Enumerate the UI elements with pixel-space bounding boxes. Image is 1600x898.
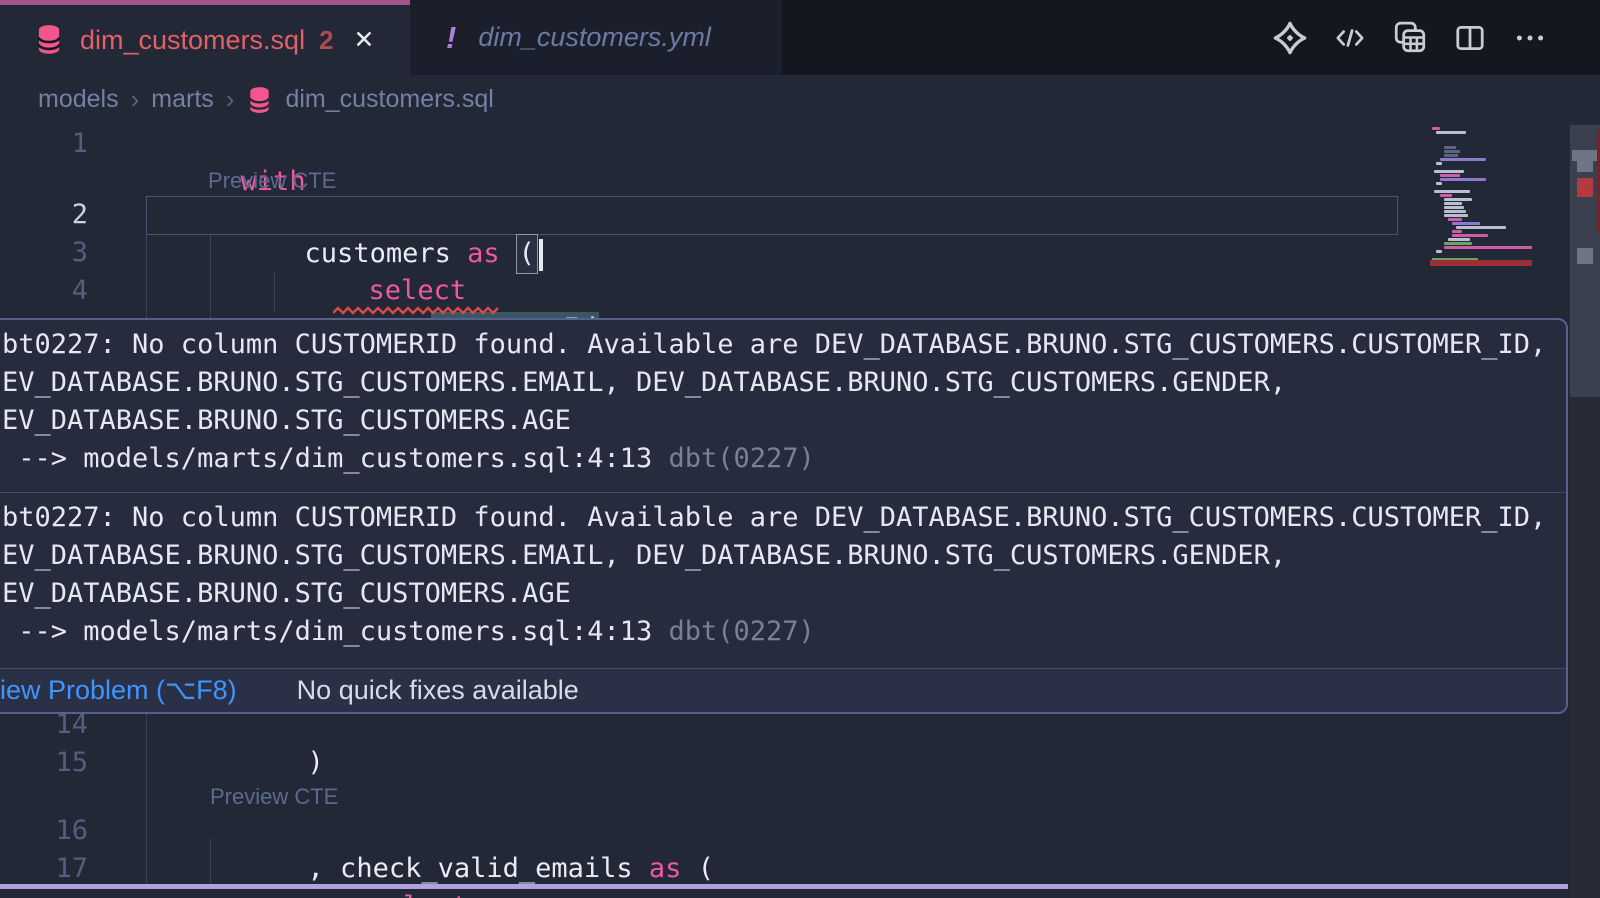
indent-guide xyxy=(146,714,147,884)
indent-guide xyxy=(146,234,147,318)
tab-dim-customers-sql[interactable]: dim_customers.sql 2 ✕ xyxy=(0,0,410,75)
code-editor[interactable]: 1 2 3 4 14 15 16 17 with Preview CTE cus… xyxy=(0,123,1600,898)
opening-paren: ( xyxy=(681,853,714,884)
ruler-decoration xyxy=(1577,248,1593,264)
error-mark-icon: ! xyxy=(446,20,456,56)
line-number: 4 xyxy=(0,272,88,310)
tab-dim-customers-yml[interactable]: ! dim_customers.yml xyxy=(410,0,782,75)
chevron-right-icon: › xyxy=(226,84,235,115)
tab-label: dim_customers.yml xyxy=(478,22,711,53)
keyword: as xyxy=(467,238,500,269)
split-editor-icon[interactable] xyxy=(1452,20,1488,56)
diagnostic-message: bt0227: No column CUSTOMERID found. Avai… xyxy=(0,320,1566,492)
diagnostic-code: dbt(0227) xyxy=(668,443,814,474)
codelens-preview-cte[interactable]: Preview CTE xyxy=(210,784,338,810)
line-number: 3 xyxy=(0,234,88,272)
close-icon[interactable]: ✕ xyxy=(354,25,375,55)
diagnostic-text: bt0227: No column CUSTOMERID found. Avai… xyxy=(2,326,1566,364)
breadcrumb-item-models[interactable]: models xyxy=(38,85,119,114)
scrollbar-overview-ruler[interactable] xyxy=(1570,123,1600,898)
diagnostic-location: --> models/marts/dim_customers.sql:4:13 xyxy=(2,616,668,647)
code-line-17[interactable]: select xyxy=(273,850,468,898)
breadcrumb-item-file[interactable]: dim_customers.sql xyxy=(285,85,493,114)
diagnostic-text: EV_DATABASE.BRUNO.STG_CUSTOMERS.EMAIL, D… xyxy=(2,537,1566,575)
minimap-error-line xyxy=(1430,260,1532,266)
chevron-right-icon: › xyxy=(131,84,140,115)
tab-problems-count: 2 xyxy=(319,25,333,56)
diagnostic-text: EV_DATABASE.BRUNO.STG_CUSTOMERS.AGE xyxy=(2,575,1566,613)
editor-actions xyxy=(1272,0,1548,75)
text-cursor xyxy=(539,239,543,271)
line-number: 2 xyxy=(0,196,88,234)
diagnostic-message: bt0227: No column CUSTOMERID found. Avai… xyxy=(0,492,1566,668)
keyword: as xyxy=(649,853,682,884)
more-actions-icon[interactable] xyxy=(1512,20,1548,56)
line-number: 1 xyxy=(0,125,88,163)
line-number: 15 xyxy=(0,744,88,782)
tab-label: dim_customers.sql xyxy=(80,25,305,56)
ruler-decoration xyxy=(1572,150,1598,161)
error-squiggle xyxy=(333,306,499,316)
tab-bar: dim_customers.sql 2 ✕ ! dim_customers.ym… xyxy=(0,0,1600,75)
database-file-icon xyxy=(34,24,64,56)
database-file-icon xyxy=(246,86,273,115)
closing-paren: ) xyxy=(308,747,324,778)
ruler-decoration xyxy=(1577,178,1593,197)
quick-fix-status: No quick fixes available xyxy=(297,675,579,706)
vscode-editor-window: dim_customers.sql 2 ✕ ! dim_customers.ym… xyxy=(0,0,1600,898)
duplicate-table-icon[interactable] xyxy=(1392,20,1428,56)
dbt-logo-icon[interactable] xyxy=(1272,20,1308,56)
diagnostic-text: EV_DATABASE.BRUNO.STG_CUSTOMERS.EMAIL, D… xyxy=(2,364,1566,402)
keyword: select xyxy=(371,891,469,898)
view-problem-link[interactable]: iew Problem (⌥F8) xyxy=(0,675,237,706)
matched-bracket: ( xyxy=(516,234,538,274)
breadcrumb-item-marts[interactable]: marts xyxy=(151,85,214,114)
diagnostic-location: --> models/marts/dim_customers.sql:4:13 xyxy=(2,443,668,474)
ruler-decoration xyxy=(1577,161,1593,172)
line-number: 17 xyxy=(0,850,88,888)
panel-divider xyxy=(0,884,1568,889)
codelens-preview-cte[interactable]: Preview CTE xyxy=(208,168,336,194)
diagnostic-text: bt0227: No column CUSTOMERID found. Avai… xyxy=(2,499,1566,537)
diagnostic-code: dbt(0227) xyxy=(668,616,814,647)
popup-status-bar: iew Problem (⌥F8) No quick fixes availab… xyxy=(0,668,1566,712)
line-number: 16 xyxy=(0,812,88,850)
diagnostic-text: EV_DATABASE.BRUNO.STG_CUSTOMERS.AGE xyxy=(2,402,1566,440)
error-hover-popup: bt0227: No column CUSTOMERID found. Avai… xyxy=(0,318,1568,714)
code-icon[interactable] xyxy=(1332,20,1368,56)
breadcrumb: models › marts › dim_customers.sql xyxy=(38,75,494,123)
